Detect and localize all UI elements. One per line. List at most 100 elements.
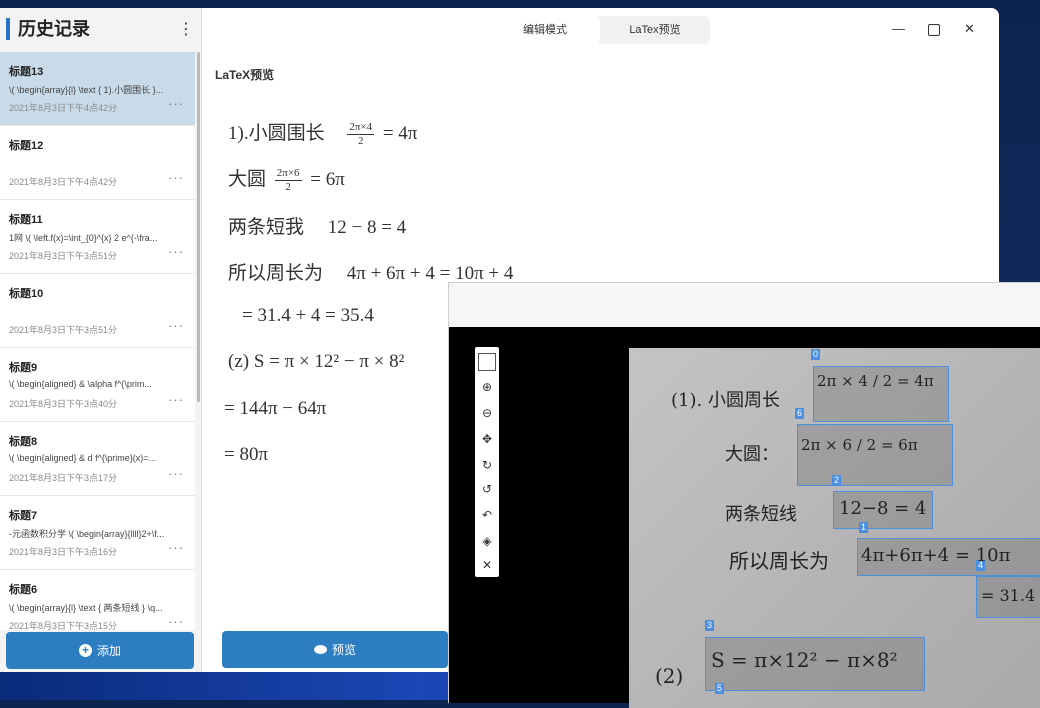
history-item-preview: -元函数积分学 \( \begin{array}{llll}2+\f...: [9, 529, 165, 539]
preview-label: LaTeX预览: [215, 68, 275, 82]
more-options-icon[interactable]: ···: [168, 540, 184, 555]
undo-icon[interactable]: ↶: [479, 507, 495, 523]
history-item-date: 2021年8月3日下午3点16分: [9, 547, 118, 557]
history-item-title: 标题6: [9, 584, 38, 596]
history-item[interactable]: 标题7 -元函数积分学 \( \begin{array}{llll}2+\f...…: [0, 496, 195, 570]
math-line-2-result: = 6π: [310, 169, 345, 190]
fraction-denominator: 2: [357, 135, 364, 148]
close-icon[interactable]: ✕: [479, 557, 495, 573]
more-options-icon[interactable]: ···: [168, 614, 184, 629]
preview-button[interactable]: 预览: [222, 631, 448, 668]
tab-latex-preview[interactable]: LaTex预览: [600, 16, 710, 44]
history-item-preview: 1网 \( \left.f(x)=\int_{0}^{x} 2 e^{-\fra…: [9, 233, 158, 243]
more-options-icon[interactable]: ···: [168, 466, 184, 481]
history-item-title: 标题13: [9, 66, 44, 78]
ocr-tag-6: 6: [795, 408, 805, 419]
hw-line-4: 所以周长为: [729, 549, 829, 573]
ocr-box-6[interactable]: [797, 424, 953, 486]
history-item[interactable]: 标题9 \( \begin{aligned} & \alpha f^{\prim.…: [0, 348, 195, 422]
hw-expr-6: S = π×12² − π×8²: [711, 648, 898, 672]
math-fraction-1: 2π×4 2: [347, 121, 375, 148]
more-options-icon[interactable]: ···: [168, 392, 184, 407]
hw-expr-5: = 31.4: [981, 586, 1036, 605]
history-item-title: 标题12: [9, 140, 44, 152]
preview-button-label: 预览: [331, 643, 356, 657]
history-item-title: 标题11: [9, 214, 43, 226]
rotate-ccw-icon[interactable]: ↺: [479, 481, 495, 497]
tab-edit-mode[interactable]: 编辑模式: [490, 16, 600, 44]
add-button-label: 添加: [96, 644, 121, 658]
history-item-preview: \( \begin{aligned} & d f^{\prime}(x)=...: [9, 453, 157, 463]
history-item-date: 2021年8月3日下午4点42分: [9, 103, 118, 113]
history-item-date: 2021年8月3日下午4点42分: [9, 177, 118, 187]
hw-line-6: (2): [655, 664, 684, 688]
zoom-in-icon[interactable]: ⊕: [479, 379, 495, 395]
ocr-tag-1: 1: [859, 522, 869, 533]
history-sidebar: 历史记录 ⋮ 标题13 \( \begin{array}{l} \text { 1…: [0, 8, 202, 672]
zoom-out-icon[interactable]: ⊖: [479, 405, 495, 421]
history-item[interactable]: 标题6 \( \begin{array}{l} \text { 两条短线 } \q…: [0, 570, 195, 630]
more-menu-icon[interactable]: ⋮: [178, 22, 194, 38]
ocr-tag-0: 0: [811, 349, 821, 360]
sidebar-scrollbar[interactable]: [197, 52, 200, 402]
hw-line-2: 大圆：: [725, 444, 779, 465]
math-line-1-result: = 4π: [382, 123, 418, 144]
hw-line-3: 两条短线: [725, 504, 797, 525]
history-item-preview: \( \begin{array}{l} \text { 1).小圆围长 }...: [9, 85, 164, 95]
history-item[interactable]: 标题11 1网 \( \left.f(x)=\int_{0}^{x} 2 e^{-…: [0, 200, 195, 274]
eye-icon: [313, 645, 327, 654]
plus-icon: +: [78, 644, 92, 657]
rotate-cw-icon[interactable]: ↻: [479, 457, 495, 473]
math-line-8: = 80π: [224, 444, 269, 465]
history-item-preview: \( \begin{array}{l} \text { 两条短线 } \q...: [9, 603, 163, 613]
math-line-7: = 144π − 64π: [224, 398, 327, 419]
ocr-window-titlebar[interactable]: [449, 283, 1040, 327]
history-item-date: 2021年8月3日下午3点17分: [9, 473, 118, 483]
history-item-date: 2021年8月3日下午3点40分: [9, 399, 118, 409]
eraser-icon[interactable]: ◈: [479, 533, 495, 549]
history-item-title: 标题9: [9, 362, 38, 374]
hw-expr-3: 12−8 = 4: [839, 498, 927, 519]
sidebar-header: 历史记录 ⋮: [0, 8, 201, 52]
add-button[interactable]: + 添加: [6, 632, 194, 669]
math-line-1-text: 1).小圆围长: [228, 123, 325, 144]
math-line-1: 1).小圆围长 2π×4 2 = 4π: [228, 118, 417, 148]
ocr-tag-3: 3: [705, 620, 715, 631]
math-line-6: (z) S = π × 12² − π × 8²: [228, 351, 405, 372]
ocr-toolbar: ⊕ ⊖ ✥ ↻ ↺ ↶ ◈ ✕: [475, 347, 499, 577]
square-select-icon[interactable]: [478, 353, 496, 371]
fraction-denominator: 2: [285, 181, 291, 194]
hw-frac-2: 2π × 6 / 2 = 6π: [801, 436, 918, 454]
ocr-tag-5: 5: [715, 683, 725, 694]
fraction-numerator: 2π×6: [274, 167, 302, 182]
history-item-date: 2021年8月3日下午3点51分: [9, 251, 118, 261]
history-item-date: 2021年8月3日下午3点51分: [9, 325, 118, 335]
handwritten-photo[interactable]: 0 6 2 1 4 3 5 (1). 小圆周长 2π × 4 / 2 = 4π …: [629, 348, 1040, 708]
hw-line-1: (1). 小圆周长: [671, 390, 780, 411]
hw-expr-4: 4π+6π+4 = 10π: [861, 545, 1011, 566]
fraction-numerator: 2π×4: [347, 121, 375, 136]
history-item-title: 标题7: [9, 510, 38, 522]
more-options-icon[interactable]: ···: [168, 170, 184, 185]
more-options-icon[interactable]: ···: [168, 96, 184, 111]
math-line-5: = 31.4 + 4 = 35.4: [242, 305, 374, 326]
history-item[interactable]: 标题8 \( \begin{aligned} & d f^{\prime}(x)=…: [0, 422, 195, 496]
history-item[interactable]: 标题13 \( \begin{array}{l} \text { 1).小圆围长 …: [0, 52, 195, 126]
maximize-icon[interactable]: [928, 24, 940, 36]
more-options-icon[interactable]: ···: [168, 318, 184, 333]
minimize-icon[interactable]: —: [892, 22, 905, 36]
history-item[interactable]: 标题10 2021年8月3日下午3点51分 ···: [0, 274, 195, 348]
title-bar: 编辑模式 LaTex预览 — ✕: [202, 8, 999, 52]
history-item-title: 标题8: [9, 436, 38, 448]
hw-frac-1: 2π × 4 / 2 = 4π: [817, 372, 934, 390]
math-line-3: 两条短我 12 − 8 = 4: [228, 217, 407, 238]
move-icon[interactable]: ✥: [479, 431, 495, 447]
more-options-icon[interactable]: ···: [168, 244, 184, 259]
sidebar-title: 历史记录: [6, 18, 90, 40]
history-item-preview: \( \begin{aligned} & \alpha f^{\prim...: [9, 379, 152, 389]
math-fraction-2: 2π×6 2: [274, 167, 302, 194]
history-item[interactable]: 标题12 2021年8月3日下午4点42分 ···: [0, 126, 195, 200]
mode-tabs: 编辑模式 LaTex预览: [490, 16, 710, 44]
ocr-tag-2: 2: [832, 475, 842, 486]
close-icon[interactable]: ✕: [964, 22, 975, 36]
